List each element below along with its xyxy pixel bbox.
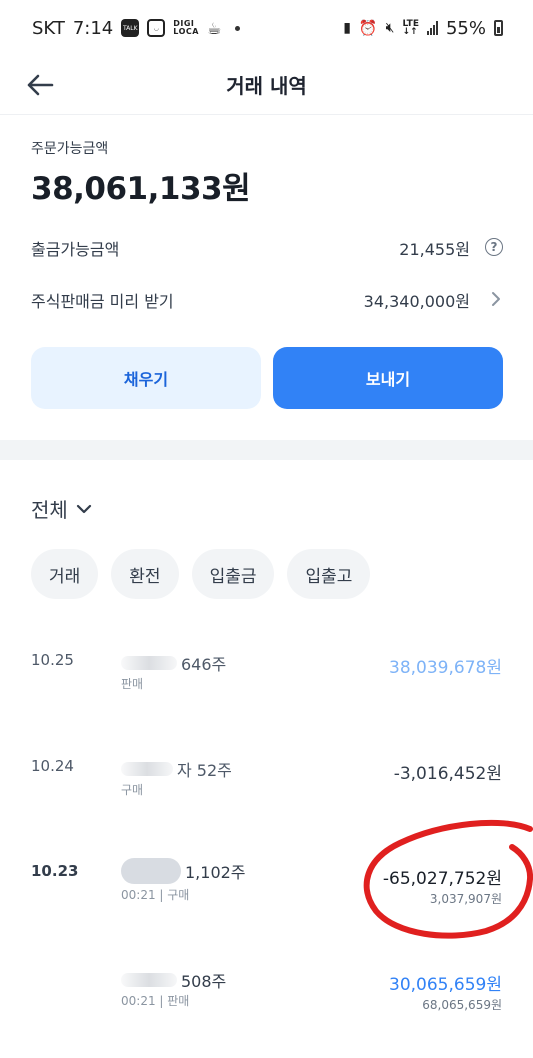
transaction-sub: 00:21 | 판매 xyxy=(121,994,190,1008)
transaction-amount: 38,039,678원 xyxy=(389,658,502,678)
redacted-mask xyxy=(121,973,177,987)
transaction-name: 508주 xyxy=(121,968,226,992)
transaction-name: 1,102주 xyxy=(121,858,246,884)
transaction-name: 자 52주 xyxy=(121,757,232,781)
status-time: 7:14 xyxy=(72,17,114,39)
transaction-amount: -3,016,452원 xyxy=(393,764,502,784)
redacted-mask xyxy=(121,858,181,884)
app-header: 거래 내역 xyxy=(0,56,533,115)
page-title: 거래 내역 xyxy=(226,74,307,98)
filter-chips: 거래 환전 입출금 입출고 xyxy=(31,549,371,599)
battery-icon xyxy=(494,20,503,36)
section-divider xyxy=(0,440,533,460)
transaction-quantity: 646주 xyxy=(181,655,227,674)
filter-selected: 전체 xyxy=(31,498,68,522)
transaction-name: 646주 xyxy=(121,651,226,675)
coffee-notification-icon: ☕ xyxy=(206,18,222,38)
transaction-date: 10.24 xyxy=(31,757,74,775)
talk-notification-icon: TALK xyxy=(121,19,140,37)
smile-notification-icon: ◡ xyxy=(147,19,166,37)
status-bar: SKT 7:14 TALK ◡ DIGI LOCA ☕ ▮ ⏰ 🔇︎ LTE ↓… xyxy=(0,0,533,56)
withdraw-available-label: 출금가능금액 xyxy=(31,240,120,259)
transaction-row[interactable]: 10.25 646주 판매 38,039,678원 xyxy=(0,651,533,741)
transaction-sub: 판매 xyxy=(121,677,144,691)
chevron-right-icon[interactable] xyxy=(489,290,503,308)
lte-arrows: ↓↑ xyxy=(402,27,418,37)
filter-dropdown[interactable]: 전체 xyxy=(31,494,92,523)
chip-trade[interactable]: 거래 xyxy=(31,549,99,599)
transaction-quantity: 자 52주 xyxy=(177,761,232,780)
presale-row-label[interactable]: 주식판매금 미리 받기 xyxy=(31,288,174,312)
chevron-down-icon xyxy=(76,504,91,513)
redacted-mask xyxy=(121,656,177,670)
transaction-sub-amount: 3,037,907원 xyxy=(429,892,502,906)
presale-amount: 34,340,000원 xyxy=(363,292,470,311)
transaction-row[interactable]: 508주 00:21 | 판매 30,065,659원 68,065,659원 xyxy=(0,968,533,1058)
digiloca-notification-icon: DIGI LOCA xyxy=(173,20,199,36)
chip-deposit-withdraw[interactable]: 입출금 xyxy=(191,549,275,599)
transaction-date: 10.25 xyxy=(31,651,74,669)
help-icon[interactable]: ? xyxy=(485,238,503,256)
chip-transfer-in-out[interactable]: 입출고 xyxy=(287,549,371,599)
status-carrier: SKT xyxy=(32,17,65,39)
fill-button[interactable]: 채우기 xyxy=(31,347,261,409)
battery-saver-icon: ▮ xyxy=(343,20,351,36)
transaction-sub: 00:21 | 구매 xyxy=(121,888,190,902)
transaction-date: 10.23 xyxy=(31,862,79,880)
send-button[interactable]: 보내기 xyxy=(273,347,503,409)
lte-icon: LTE ↓↑ xyxy=(402,20,419,37)
transaction-quantity: 1,102주 xyxy=(185,863,246,882)
transaction-sub-amount: 68,065,659원 xyxy=(422,998,502,1012)
more-notifications-icon xyxy=(235,25,241,31)
transaction-amount: -65,027,752원 xyxy=(382,869,502,889)
chip-exchange[interactable]: 환전 xyxy=(111,549,179,599)
transaction-amount: 30,065,659원 xyxy=(389,975,502,995)
withdraw-available-amount: 21,455원 xyxy=(399,240,470,259)
status-left: SKT 7:14 TALK ◡ DIGI LOCA ☕ xyxy=(32,17,241,39)
transaction-sub: 구매 xyxy=(121,783,144,797)
mute-icon: 🔇︎ xyxy=(385,20,395,36)
order-available-label: 주문가능금액 xyxy=(31,141,109,157)
transaction-row[interactable]: 10.24 자 52주 구매 -3,016,452원 xyxy=(0,757,533,847)
battery-percent: 55% xyxy=(445,17,486,39)
status-right: ▮ ⏰ 🔇︎ LTE ↓↑ 55% xyxy=(343,18,503,39)
alarm-icon: ⏰ xyxy=(358,19,378,37)
transaction-quantity: 508주 xyxy=(181,972,227,991)
transaction-row[interactable]: 10.23 1,102주 00:21 | 구매 -65,027,752원 3,0… xyxy=(0,858,533,952)
order-available-amount: 38,061,133원 xyxy=(31,171,251,207)
signal-icon xyxy=(426,21,438,35)
redacted-mask xyxy=(121,762,173,776)
digiloca-bottom: LOCA xyxy=(173,27,199,36)
